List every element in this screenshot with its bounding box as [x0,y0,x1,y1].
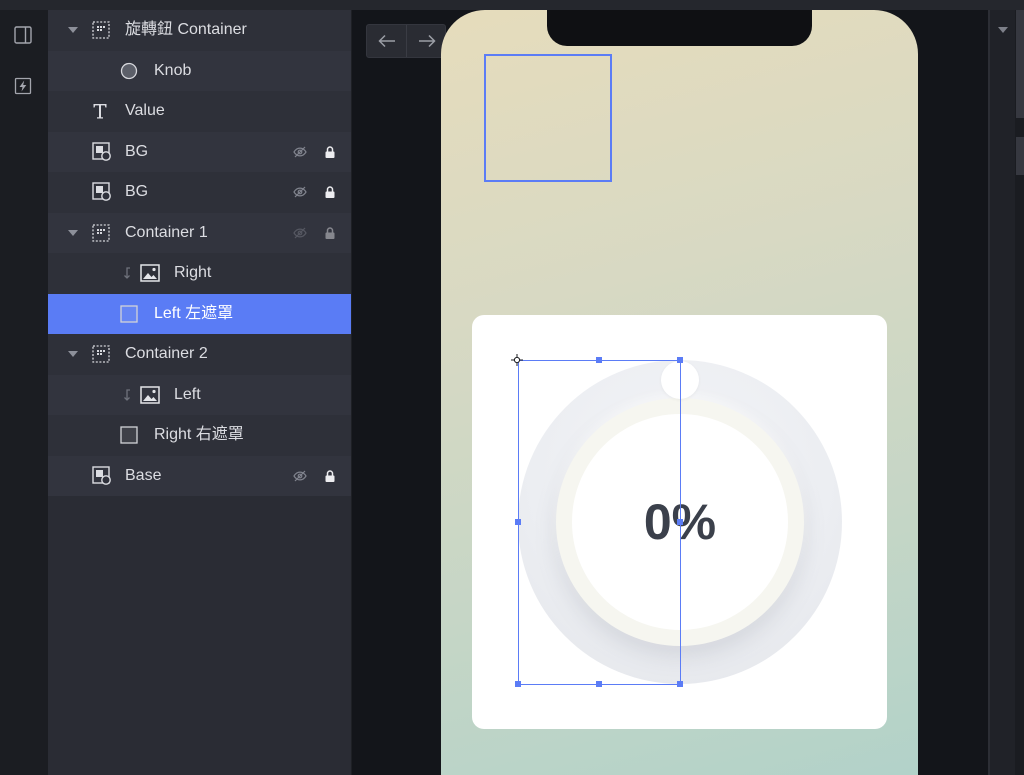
image-icon [140,386,160,404]
text-icon [92,102,108,120]
layer-label: Value [125,102,165,120]
back-button[interactable] [367,25,406,57]
resize-handle-bottom[interactable] [596,681,602,687]
interaction-button[interactable] [12,75,34,97]
layer-row[interactable]: Right [48,253,351,294]
layer-row[interactable]: Left [48,374,351,415]
layer-label: Base [125,466,162,484]
panel-toggle-button[interactable] [12,24,34,46]
layer-label: Container 1 [125,223,208,241]
ellipse-icon [120,62,138,80]
container-icon [92,21,110,39]
container-icon [92,224,110,242]
layer-list: 旋轉鈕 Container Knob Value BG BG Container 1 Rig… [48,10,351,496]
right-panel [990,10,1015,775]
resize-handle-bottom-right[interactable] [677,681,683,687]
lock-icon[interactable] [325,469,335,482]
layer-row[interactable]: Left 左遮罩 [48,293,351,334]
layers-panel: 旋轉鈕 Container Knob Value BG BG Container 1 Rig… [48,10,352,775]
layer-label: Left 左遮罩 [154,304,234,322]
resize-handle-top-right[interactable] [677,357,683,363]
layer-label: Left [174,385,201,403]
resize-handle-bottom-left[interactable] [515,681,521,687]
layer-row[interactable]: Knob [48,50,351,91]
lock-icon[interactable] [325,186,335,199]
layer-row[interactable]: BG [48,172,351,213]
chevron-down-icon[interactable] [68,27,78,34]
top-bar [0,0,1024,10]
tool-strip [0,10,48,775]
resize-handle-left[interactable] [515,519,521,525]
lock-icon[interactable] [325,145,335,158]
shape-image-icon [92,466,112,486]
eye-slash-icon[interactable] [293,186,307,198]
rectangle-icon [120,305,138,323]
dropdown-triangle-icon[interactable] [998,27,1008,33]
layer-row[interactable]: Base [48,455,351,496]
interaction-icon [14,77,32,95]
lock-icon[interactable] [325,226,335,239]
layer-row[interactable]: Container 2 [48,334,351,375]
scrollbar-thumb[interactable] [1016,137,1024,175]
layer-outline-frame[interactable] [484,54,612,182]
layer-row[interactable]: Container 1 [48,212,351,253]
layer-row[interactable]: BG [48,131,351,172]
image-icon [140,264,160,282]
arrow-right-icon [418,34,436,48]
phone-notch [547,10,812,46]
arrow-left-icon [377,34,396,48]
layer-label: Right [174,264,212,282]
layer-row[interactable]: Value [48,91,351,132]
layer-row[interactable]: 旋轉鈕 Container [48,10,351,51]
selection-box[interactable] [518,360,681,685]
layer-label: Container 2 [125,345,208,363]
chevron-down-icon[interactable] [68,351,78,358]
layer-label: Right 右遮罩 [154,426,244,444]
layer-label: BG [125,142,149,160]
layer-row[interactable]: Right 右遮罩 [48,415,351,456]
container-icon [92,345,110,363]
shape-image-icon [92,142,112,162]
eye-slash-icon[interactable] [293,470,307,482]
preview-nav [366,24,446,58]
pivot-crosshair-icon[interactable] [511,354,523,366]
resize-handle-right[interactable] [677,519,683,525]
mask-arrow-icon [122,266,132,280]
mask-arrow-icon [122,388,132,402]
rectangle-icon [120,426,138,444]
panel-toggle-icon [13,25,33,45]
layer-label: 旋轉鈕 Container [125,21,247,39]
chevron-down-icon[interactable] [68,229,78,236]
layer-label: BG [125,183,149,201]
shape-image-icon [92,182,112,202]
layer-label: Knob [154,61,192,79]
eye-slash-icon[interactable] [293,146,307,158]
eye-slash-icon[interactable] [293,227,307,239]
scrollbar[interactable] [1015,10,1024,775]
scrollbar-segment[interactable] [1016,10,1024,118]
resize-handle-top[interactable] [596,357,602,363]
